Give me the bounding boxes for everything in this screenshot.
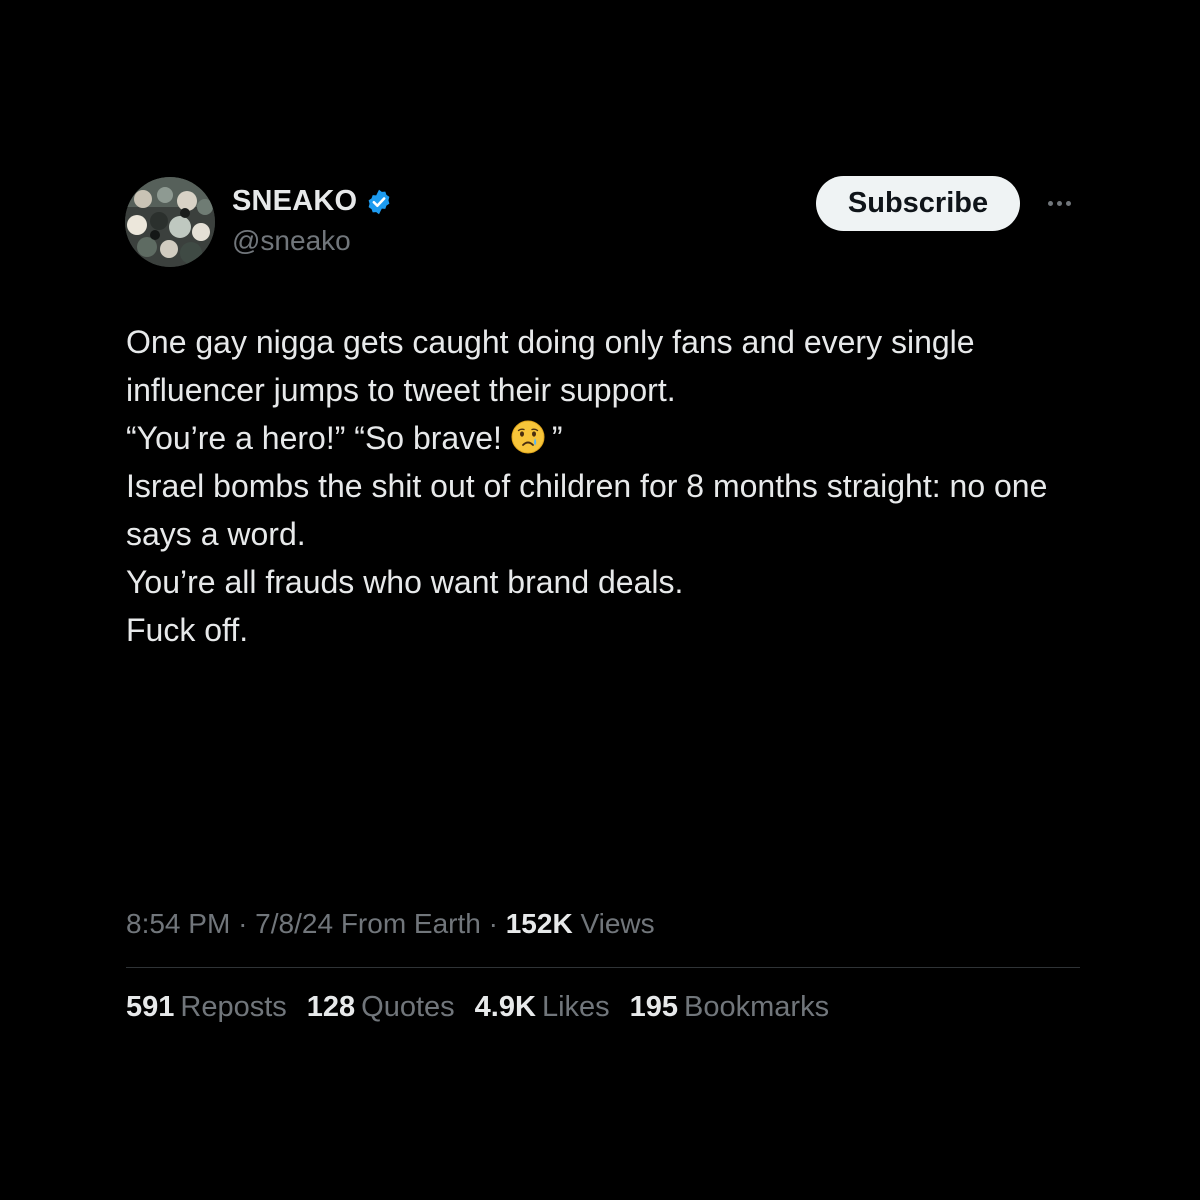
tweet-meta: 8:54 PM · 7/8/24 From Earth · 152K Views [126,908,655,940]
likes-stat[interactable]: 4.9K Likes [475,991,610,1024]
tweet-card: SNEAKO @sneako Subscribe One gay nigga g… [0,0,1200,1200]
more-horizontal-icon [1047,200,1071,206]
tweet-text: One gay nigga gets caught doing only fan… [126,318,1086,654]
subscribe-button[interactable]: Subscribe [816,176,1020,231]
tweet-paragraph: Fuck off. [126,612,249,648]
quote-close: ” [551,420,563,456]
tweet-paragraph: Israel bombs the shit out of children fo… [126,468,1048,552]
engagement-stats: 591 Reposts 128 Quotes 4.9K Likes 195 Bookma… [126,991,829,1024]
meta-separator: · [488,908,498,939]
divider [126,967,1080,968]
crying-face-emoji-icon [510,419,546,455]
quote-text: “You’re a hero!” “So brave! [126,420,502,456]
views-count[interactable]: 152K [506,908,573,939]
reposts-stat[interactable]: 591 Reposts [126,991,287,1024]
views-label[interactable]: Views [580,908,654,939]
more-options-button[interactable] [1040,188,1078,218]
author-name-row: SNEAKO [232,185,393,218]
meta-separator: · [238,908,248,939]
tweet-paragraph-quote: “You’re a hero!” “So brave! ” [126,414,1086,462]
avatar[interactable] [125,177,215,267]
tweet-paragraph: One gay nigga gets caught doing only fan… [126,324,975,408]
quotes-stat[interactable]: 128 Quotes [307,991,455,1024]
tweet-time[interactable]: 8:54 PM [126,908,230,939]
tweet-date[interactable]: 7/8/24 [255,908,333,939]
bookmarks-stat[interactable]: 195 Bookmarks [630,991,829,1024]
tweet-paragraph: You’re all frauds who want brand deals. [126,564,684,600]
verified-badge-icon [365,188,393,216]
author-handle[interactable]: @sneako [232,225,351,257]
tweet-location: From Earth [340,908,481,939]
display-name[interactable]: SNEAKO [232,185,357,218]
avatar-photo [125,177,215,267]
